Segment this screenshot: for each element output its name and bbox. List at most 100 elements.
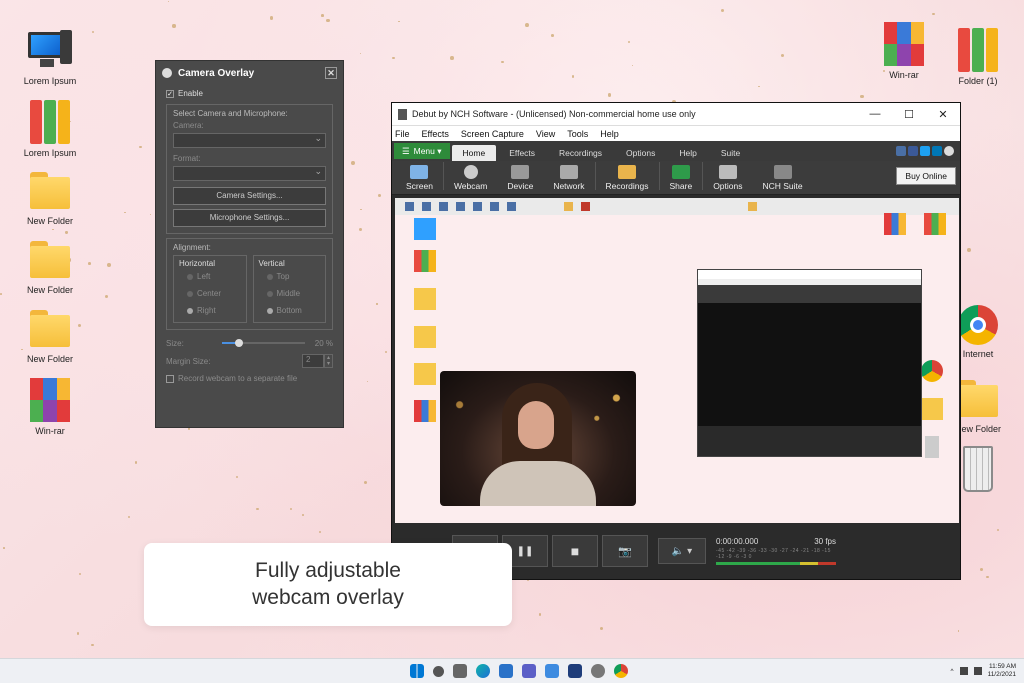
desktop-icon-label: New Folder (26, 216, 73, 226)
tab-recordings[interactable]: Recordings (548, 145, 613, 161)
debut-taskbar-icon[interactable] (568, 664, 582, 678)
menu-tools[interactable]: Tools (567, 129, 588, 139)
camera-select[interactable] (173, 133, 326, 148)
camera-label: Camera: (173, 121, 204, 130)
gold-speck (236, 476, 239, 479)
stop-button[interactable]: ■ (552, 535, 598, 567)
radio-center[interactable]: Center (179, 285, 241, 302)
chrome-icon[interactable] (614, 664, 628, 678)
desktop-icon-binders[interactable]: Lorem Ipsum (12, 100, 88, 158)
toolbar-options[interactable]: Options (703, 165, 752, 191)
desktop-icon-folder[interactable]: New Folder (12, 306, 88, 364)
vertical-label: Vertical (258, 259, 285, 268)
toolbar-share[interactable]: Share (660, 165, 703, 191)
close-icon[interactable]: ✕ (325, 67, 337, 79)
level-meter: 0:00:00.000 30 fps -45 -42 -39 -36 -33 -3… (716, 537, 836, 565)
menu-help[interactable]: Help (600, 129, 619, 139)
radio-bottom[interactable]: Bottom (259, 302, 321, 319)
tab-options[interactable]: Options (615, 145, 666, 161)
camera-settings-button[interactable]: Camera Settings... (173, 187, 326, 205)
toolbar-recordings[interactable]: Recordings (596, 165, 659, 191)
gold-speck (359, 208, 362, 211)
toolbar-webcam[interactable]: Webcam (444, 165, 497, 191)
gold-speck (501, 60, 505, 64)
size-slider[interactable] (222, 338, 305, 348)
record-separate-checkbox[interactable] (166, 374, 174, 383)
camera-app-icon[interactable] (453, 664, 467, 678)
maximize-button[interactable]: ☐ (892, 108, 926, 121)
facebook-icon[interactable] (908, 146, 918, 156)
menu-effects[interactable]: Effects (422, 129, 449, 139)
toolbar-label: Device (507, 181, 534, 191)
desktop-icon-folder[interactable]: New Folder (12, 168, 88, 226)
snapshot-button[interactable]: 📷 (602, 535, 648, 567)
tab-help[interactable]: Help (668, 145, 707, 161)
webcam-overlay-image[interactable] (440, 371, 636, 506)
network-icon[interactable] (959, 667, 968, 675)
desktop-icon-computer[interactable]: Lorem Ipsum (12, 28, 88, 86)
size-value: 20 % (314, 338, 333, 348)
edge-icon[interactable] (476, 664, 490, 678)
enable-checkbox[interactable]: ✓ (166, 89, 174, 98)
network-icon (559, 165, 578, 179)
minimize-button[interactable]: — (858, 108, 892, 121)
desktop-icon-binders[interactable]: Folder (1) (940, 28, 1016, 86)
format-label: Format: (173, 154, 201, 163)
radio-right[interactable]: Right (179, 302, 241, 319)
search-icon[interactable] (433, 665, 444, 677)
desktop-icon-winrar[interactable]: Win-rar (866, 22, 942, 80)
folder-icon (28, 237, 72, 281)
toolbar-screen[interactable]: Screen (396, 165, 443, 191)
like-icon[interactable] (896, 146, 906, 156)
tab-home[interactable]: Home (451, 145, 497, 161)
desktop-icon-winrar[interactable]: Win-rar (12, 378, 88, 436)
format-select[interactable] (173, 166, 326, 181)
toolbar-network[interactable]: Network (543, 165, 594, 191)
settings-icon[interactable] (591, 664, 605, 678)
volume-icon[interactable] (973, 667, 982, 675)
gold-speck (781, 54, 785, 58)
desktop-icon-folder[interactable]: New Folder (12, 237, 88, 295)
teams-icon[interactable] (522, 664, 536, 678)
store-icon[interactable] (499, 664, 513, 678)
toolbar-device[interactable]: Device (497, 165, 543, 191)
clock[interactable]: 11:59 AM 11/2/2021 (988, 663, 1016, 679)
margin-stepper[interactable]: ▴ ▾ (324, 354, 333, 368)
twitter-icon[interactable] (920, 146, 930, 156)
gold-speck (450, 56, 454, 60)
app-icon[interactable] (545, 664, 559, 678)
gold-speck (88, 262, 91, 266)
menu-view[interactable]: View (536, 129, 555, 139)
device-icon (511, 165, 530, 179)
toolbar-nch-suite[interactable]: NCH Suite (752, 165, 812, 191)
gold-speck (364, 480, 368, 484)
linkedin-icon[interactable] (932, 146, 942, 156)
menu-button[interactable]: ☰ Menu ▾ (394, 143, 450, 159)
menu-file[interactable]: File (395, 129, 410, 139)
tray-caret-icon[interactable]: ^ (951, 668, 954, 675)
radio-left[interactable]: Left (179, 268, 241, 285)
close-button[interactable]: ✕ (926, 108, 960, 121)
enable-row[interactable]: ✓ Enable (156, 89, 343, 98)
size-label: Size: (166, 338, 184, 348)
pause-icon: ❚❚ (516, 545, 534, 557)
radio-top[interactable]: Top (259, 268, 321, 285)
meter-bar (716, 562, 836, 565)
margin-input[interactable]: 2 (302, 354, 324, 368)
size-slider-thumb[interactable] (234, 339, 243, 347)
clock-date: 11/2/2021 (987, 671, 1016, 678)
menu-screen-capture[interactable]: Screen Capture (461, 129, 524, 139)
record-separate-row[interactable]: Record webcam to a separate file (156, 374, 343, 383)
buy-online-button[interactable]: Buy Online (896, 167, 956, 185)
gold-speck (65, 231, 68, 234)
gold-speck (397, 20, 400, 23)
help-icon[interactable] (944, 146, 954, 156)
gold-speck (172, 24, 176, 28)
tab-suite[interactable]: Suite (710, 145, 751, 161)
radio-middle[interactable]: Middle (259, 285, 321, 302)
volume-button[interactable]: 🔈 ▾ (658, 538, 706, 564)
tab-effects[interactable]: Effects (498, 145, 546, 161)
microphone-settings-button[interactable]: Microphone Settings... (173, 209, 326, 227)
gold-speck (91, 643, 94, 647)
windows-start-icon[interactable] (410, 664, 424, 678)
